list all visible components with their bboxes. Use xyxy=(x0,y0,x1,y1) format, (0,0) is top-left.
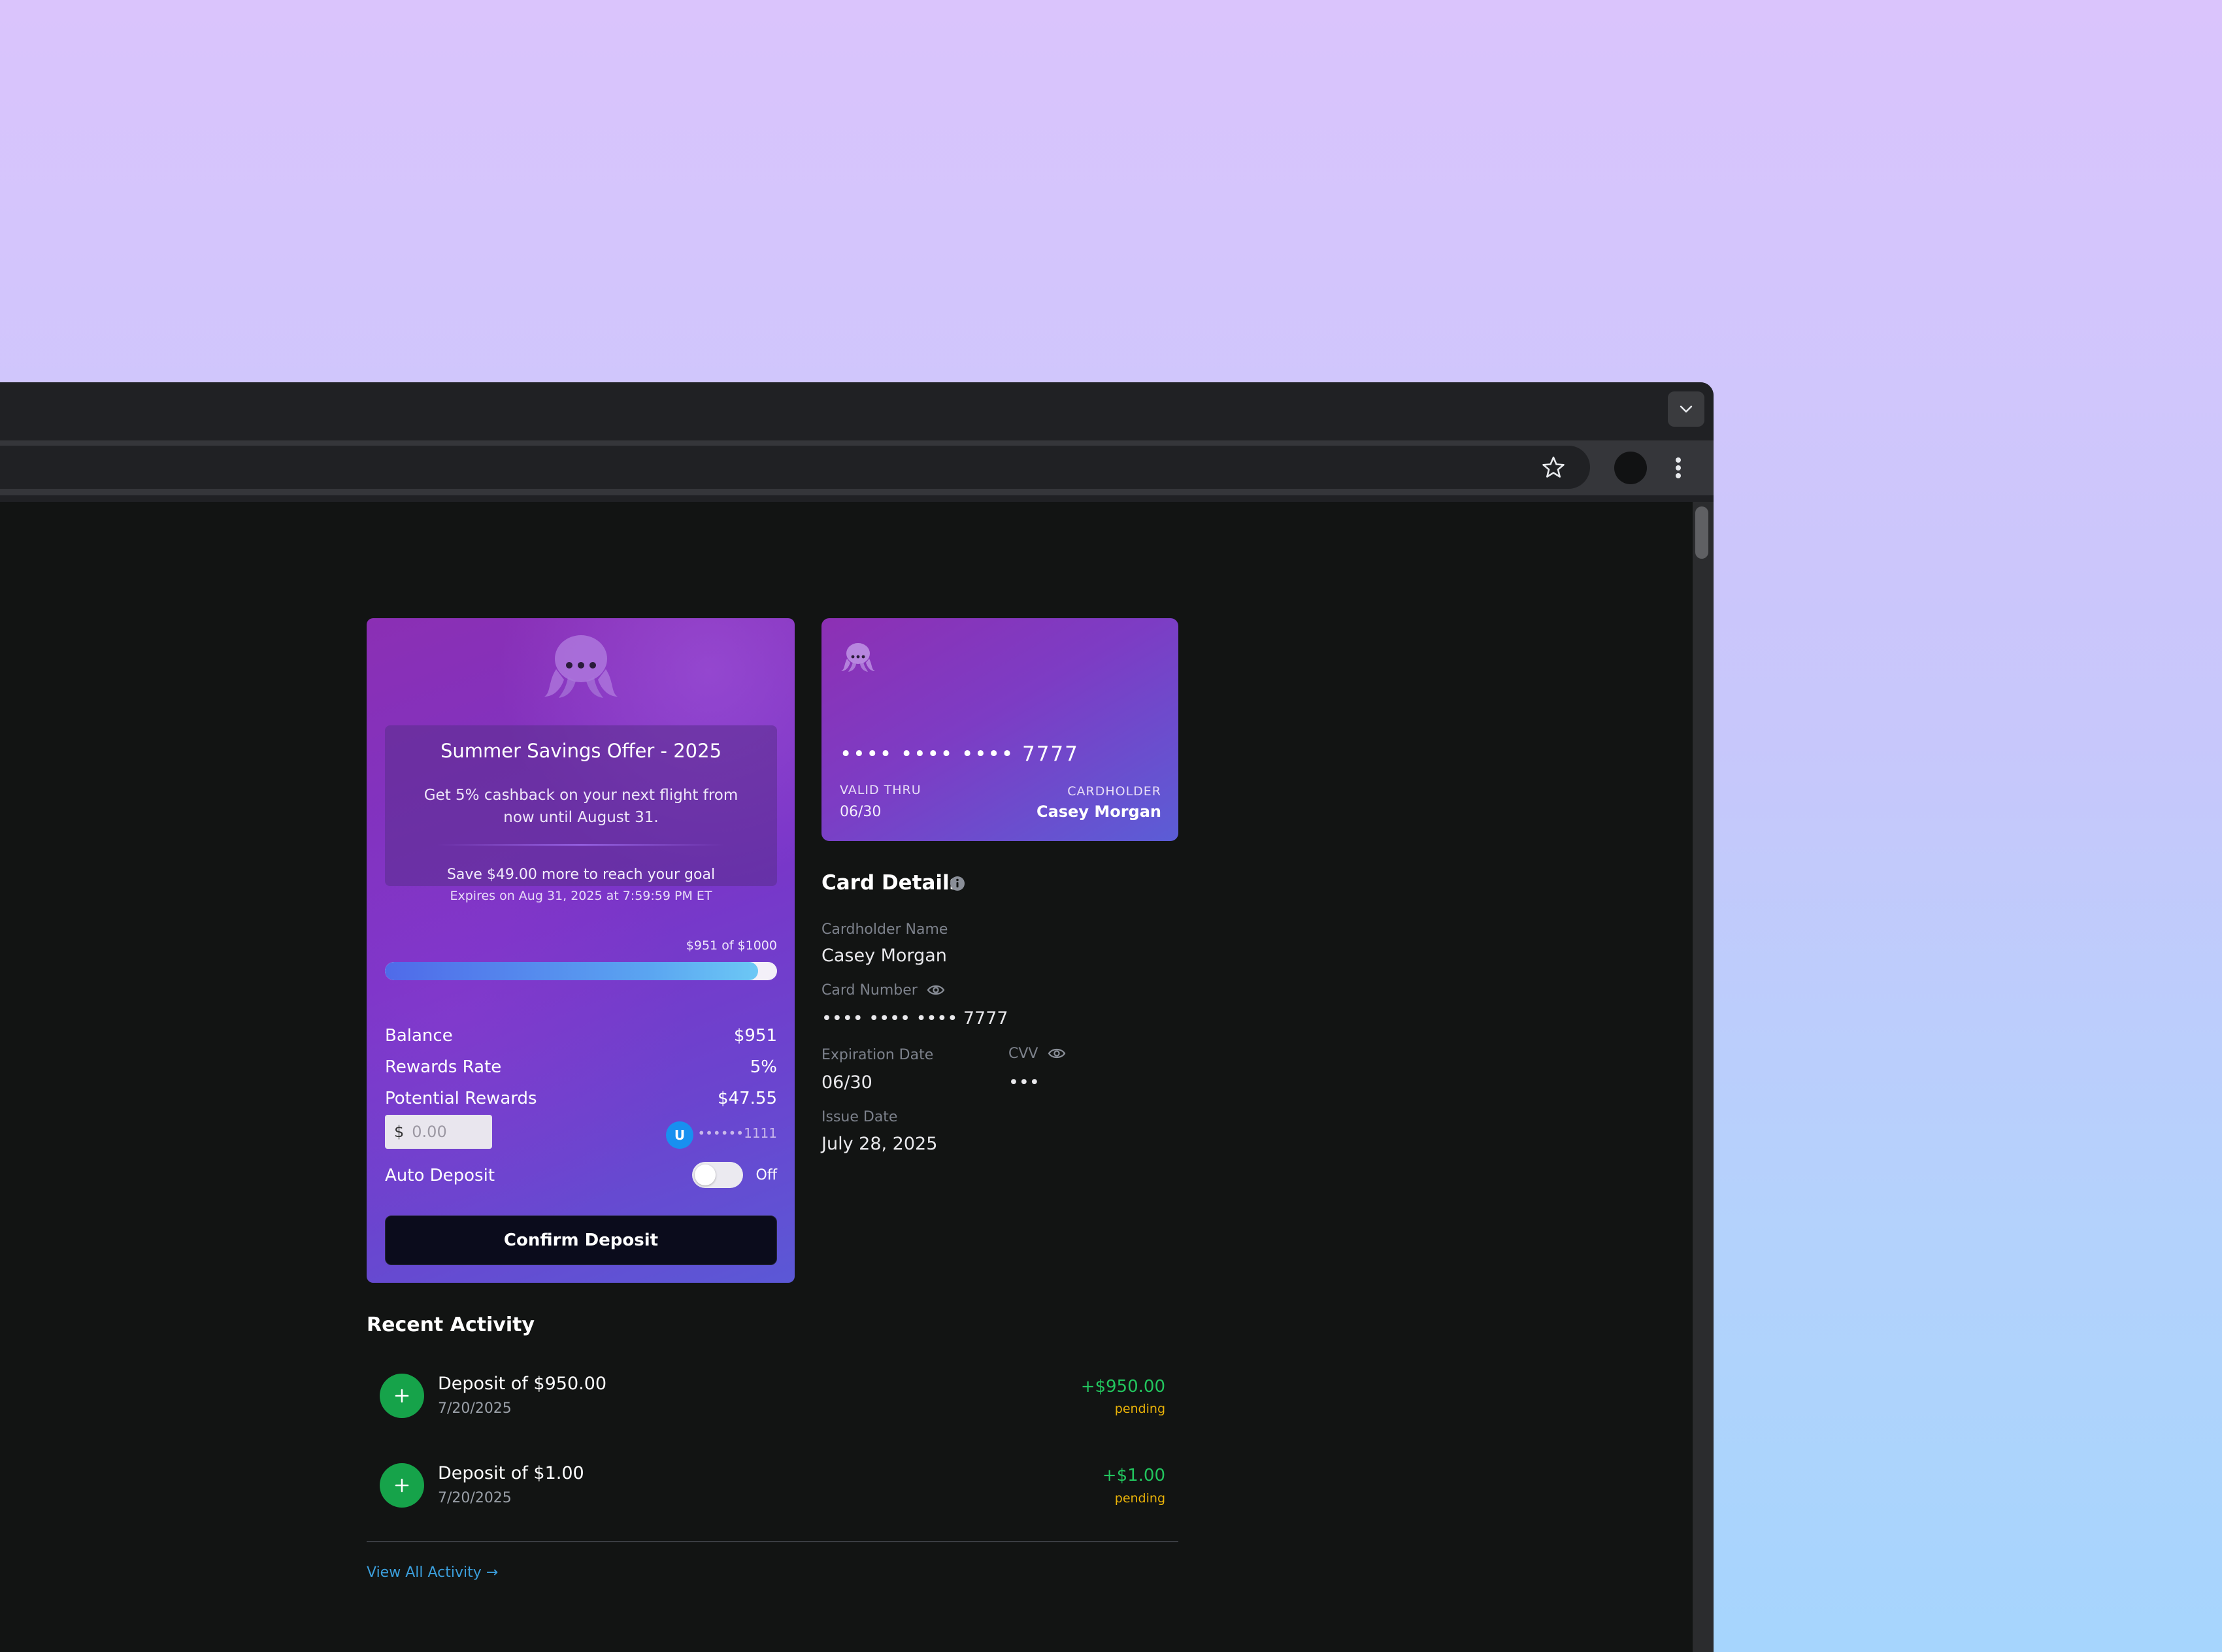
valid-thru-label: VALID THRU xyxy=(840,783,921,797)
stat-label: Potential Rewards xyxy=(385,1089,537,1108)
stat-row-rewards-rate: Rewards Rate 5% xyxy=(385,1057,777,1083)
deposit-amount-field[interactable]: $ xyxy=(385,1115,492,1149)
card-details-title: Card Details xyxy=(821,871,962,895)
confirm-deposit-button[interactable]: Confirm Deposit xyxy=(385,1215,777,1265)
activity-status: pending xyxy=(1114,1402,1165,1416)
savings-offer-panel: Summer Savings Offer - 2025 Get 5% cashb… xyxy=(367,618,795,1283)
plus-icon xyxy=(380,1463,424,1508)
account-avatar[interactable]: U xyxy=(666,1121,693,1149)
plus-icon xyxy=(380,1374,424,1418)
toggle-knob xyxy=(695,1165,716,1185)
goal-remaining-text: Save $49.00 more to reach your goal xyxy=(446,867,716,883)
activity-amount: +$950.00 xyxy=(1080,1377,1165,1396)
valid-thru-value: 06/30 xyxy=(840,804,882,820)
card-number-label: Card Number xyxy=(821,982,918,999)
stat-value: $47.55 xyxy=(718,1089,777,1108)
issue-date-value: July 28, 2025 xyxy=(821,1134,938,1154)
progress-fill xyxy=(385,962,758,980)
cvv-value: ••• xyxy=(1008,1072,1040,1093)
card-number: •••• •••• •••• 7777 xyxy=(840,742,1079,766)
auto-deposit-toggle[interactable] xyxy=(692,1162,743,1188)
tab-strip xyxy=(0,382,1714,440)
octopus-logo-icon xyxy=(841,643,875,672)
issue-date-label: Issue Date xyxy=(821,1109,898,1125)
activity-amount: +$1.00 xyxy=(1102,1466,1165,1485)
stat-label: Balance xyxy=(385,1026,453,1046)
recent-activity-title: Recent Activity xyxy=(367,1313,535,1336)
expiration-date-value: 06/30 xyxy=(821,1072,872,1093)
account-number-masked[interactable]: ••••••1111 xyxy=(697,1125,777,1141)
eye-icon[interactable] xyxy=(927,983,945,997)
currency-symbol: $ xyxy=(394,1123,405,1141)
activity-name: Deposit of $1.00 xyxy=(438,1463,584,1483)
deposit-amount-input[interactable] xyxy=(410,1122,486,1142)
info-icon[interactable] xyxy=(949,875,966,892)
offer-expiry-text: Expires on Aug 31, 2025 at 7:59:59 PM ET xyxy=(450,889,712,903)
star-icon[interactable] xyxy=(1539,454,1568,482)
auto-deposit-state: Off xyxy=(755,1167,777,1183)
stat-value: 5% xyxy=(750,1057,777,1077)
stat-row-balance: Balance $951 xyxy=(385,1026,777,1052)
more-vert-icon[interactable] xyxy=(1666,451,1690,485)
octopus-mascot-icon xyxy=(544,635,618,698)
cvv-label: CVV xyxy=(1008,1046,1038,1062)
activity-date: 7/20/2025 xyxy=(438,1400,512,1417)
cardholder-name-value: Casey Morgan xyxy=(821,946,947,966)
stat-value: $951 xyxy=(733,1026,777,1046)
offer-description: Get 5% cashback on your next flight from… xyxy=(423,787,738,826)
offer-title: Summer Savings Offer - 2025 xyxy=(440,740,722,762)
tab-search-button[interactable] xyxy=(1668,391,1704,427)
activity-status: pending xyxy=(1114,1491,1165,1506)
stat-row-potential-rewards: Potential Rewards $47.55 xyxy=(385,1089,777,1115)
address-bar[interactable] xyxy=(0,446,1590,489)
activity-date: 7/20/2025 xyxy=(438,1490,512,1506)
savings-progress-bar xyxy=(385,962,777,980)
scrollbar-thumb[interactable] xyxy=(1695,506,1708,559)
view-all-activity-link[interactable]: View All Activity → xyxy=(367,1564,498,1581)
chevron-down-icon xyxy=(1680,405,1693,413)
auto-deposit-label: Auto Deposit xyxy=(385,1166,495,1185)
credit-card-preview: •••• •••• •••• 7777 VALID THRU 06/30 CAR… xyxy=(821,618,1178,841)
profile-avatar[interactable] xyxy=(1614,452,1647,484)
activity-name: Deposit of $950.00 xyxy=(438,1374,607,1394)
card-number-value: •••• •••• •••• 7777 xyxy=(821,1008,1008,1029)
offer-details: Summer Savings Offer - 2025 Get 5% cashb… xyxy=(385,725,777,903)
cardholder-name: Casey Morgan xyxy=(1036,802,1161,821)
cardholder-label: CARDHOLDER xyxy=(1067,784,1161,799)
cardholder-name-label: Cardholder Name xyxy=(821,921,948,938)
offer-divider xyxy=(437,844,725,846)
stat-label: Rewards Rate xyxy=(385,1057,502,1077)
progress-caption: $951 of $1000 xyxy=(686,938,777,953)
eye-icon[interactable] xyxy=(1048,1046,1066,1061)
activity-divider xyxy=(367,1541,1178,1542)
browser-toolbar xyxy=(0,440,1714,495)
scrollbar[interactable] xyxy=(1693,502,1714,1652)
expiration-date-label: Expiration Date xyxy=(821,1047,934,1063)
